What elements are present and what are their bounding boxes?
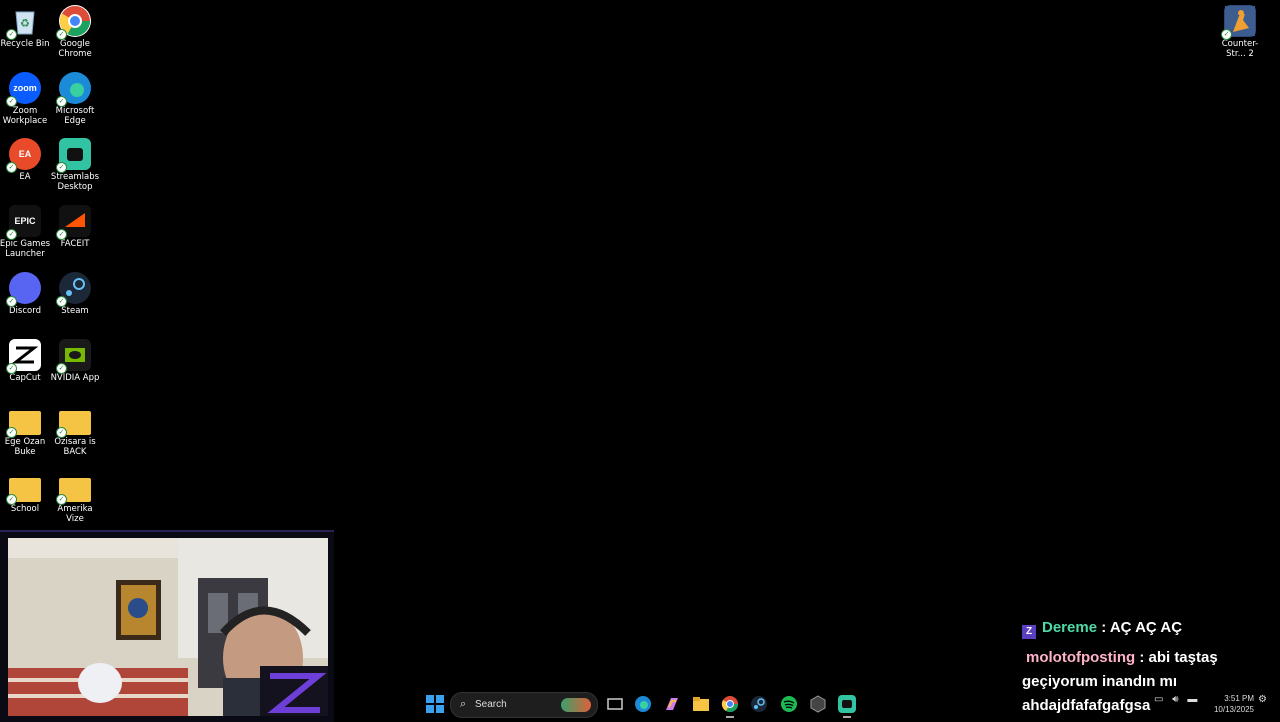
desktop-shortcut-label: Ozisara is BACK bbox=[54, 437, 96, 458]
desktop-shortcut[interactable]: ✓ NVIDIA App bbox=[48, 338, 102, 383]
sync-status-icon: ✓ bbox=[6, 295, 17, 307]
chat-message: Z Dereme : AÇ AÇ AÇ bbox=[1022, 616, 1262, 640]
app-taskbar-icon[interactable] bbox=[809, 695, 827, 713]
clock-date: 10/13/2025 bbox=[1213, 705, 1254, 714]
desktop-shortcut[interactable]: ✓ School bbox=[0, 472, 52, 514]
desktop-shortcut-label: School bbox=[10, 503, 40, 514]
search-highlight-icon bbox=[561, 698, 591, 712]
folder-icon: ✓ bbox=[6, 477, 41, 505]
chat-platform-icon: Z bbox=[1022, 625, 1036, 639]
counter-strike-shortcut[interactable]: ✓ Counter-Str... 2 bbox=[1213, 5, 1267, 59]
chat-message: molotofposting : abi taştaş bbox=[1022, 646, 1262, 670]
desktop-shortcut-label: Recycle Bin bbox=[0, 39, 50, 49]
taskbar-search[interactable]: ⌕ Search bbox=[450, 692, 598, 718]
desktop-shortcut-label: FACEIT bbox=[60, 239, 90, 250]
capcut-icon: ✓ bbox=[6, 338, 41, 374]
desktop-shortcut[interactable]: ✓ CapCut bbox=[0, 338, 52, 383]
search-icon: ⌕ bbox=[460, 698, 467, 710]
sync-status-icon: ✓ bbox=[6, 493, 17, 505]
steam-taskbar-icon[interactable] bbox=[750, 695, 768, 713]
desktop-shortcut[interactable]: ✓ FACEIT bbox=[48, 205, 102, 249]
chat-text: : abi taştaş bbox=[1139, 649, 1218, 666]
battery-icon: ▬ bbox=[1187, 694, 1198, 705]
desktop-shortcut-label: EA bbox=[19, 172, 31, 183]
desktop-shortcut-label: Epic Games Launcher bbox=[0, 239, 51, 260]
task-view-icon[interactable] bbox=[606, 695, 624, 713]
file-explorer-icon[interactable] bbox=[692, 695, 710, 713]
sync-status-icon: ✓ bbox=[6, 162, 17, 174]
steam-icon: ✓ bbox=[56, 271, 91, 307]
counter-strike-label: Counter-Str... 2 bbox=[1221, 39, 1259, 59]
desktop-shortcut[interactable]: ✓ Microsoft Edge bbox=[48, 71, 102, 126]
notification-icon[interactable]: ⚙︎ bbox=[1258, 694, 1267, 705]
webcam-feed bbox=[8, 538, 328, 716]
streamlabs-icon: ✓ bbox=[56, 138, 91, 174]
discord-icon: ✓ bbox=[6, 271, 41, 307]
chrome-icon: ✓ bbox=[56, 5, 91, 40]
chat-username: Dereme bbox=[1042, 619, 1098, 636]
streamlabs-taskbar-icon[interactable] bbox=[838, 695, 856, 718]
chat-username: molotofposting bbox=[1026, 649, 1136, 666]
desktop-shortcut[interactable]: ✓ Google Chrome bbox=[48, 5, 102, 59]
zoom-icon: zoom ✓ bbox=[6, 71, 41, 107]
active-indicator bbox=[843, 716, 851, 718]
desktop-shortcut[interactable]: ✓ Ozisara is BACK bbox=[48, 405, 102, 457]
clock-time: 3:51 PM bbox=[1224, 694, 1254, 703]
icon-text: zoom bbox=[13, 82, 37, 93]
spotify-icon[interactable] bbox=[780, 695, 798, 713]
desktop-shortcut-label: Amerika Vize bbox=[57, 503, 93, 524]
desktop-shortcut[interactable]: ✓ Amerika Vize bbox=[48, 472, 102, 524]
sync-status-icon: ✓ bbox=[6, 29, 17, 40]
desktop-shortcut-label: Zoom Workplace bbox=[2, 105, 48, 126]
icon-text: EA bbox=[18, 149, 32, 160]
desktop-shortcut-label: Steam bbox=[61, 305, 89, 316]
nvidia-icon: ✓ bbox=[56, 338, 91, 374]
desktop-shortcut[interactable]: EPIC ✓ Epic Games Launcher bbox=[0, 205, 52, 259]
desktop-shortcut[interactable]: ✓ Discord bbox=[0, 271, 52, 316]
desktop-shortcut-label: NVIDIA App bbox=[50, 372, 100, 383]
folder-icon: ✓ bbox=[56, 477, 91, 505]
sync-status-icon: ✓ bbox=[56, 362, 67, 374]
active-indicator bbox=[726, 716, 734, 718]
desktop-shortcut-label: Ege Ozan Buke bbox=[4, 437, 46, 458]
faceit-icon: ✓ bbox=[56, 205, 91, 241]
folder-icon: ✓ bbox=[56, 411, 91, 439]
epic-games-icon: EPIC ✓ bbox=[6, 205, 41, 241]
ea-icon: EA ✓ bbox=[6, 138, 41, 174]
desktop-shortcut-label: Google Chrome bbox=[58, 39, 92, 59]
network-icon: ▭ bbox=[1154, 694, 1164, 705]
desktop-shortcut-label: Discord bbox=[9, 305, 41, 316]
tray-icons[interactable]: ▭ 🔊︎ ▬ bbox=[1154, 694, 1197, 705]
chrome-taskbar-icon[interactable] bbox=[721, 695, 739, 718]
desktop-shortcut[interactable]: ✓ Steam bbox=[48, 271, 102, 316]
search-placeholder: Search bbox=[475, 699, 507, 710]
taskbar: ⌕ Search ▭ 🔊︎ ▬ 3:51 PM 10/13/2025 ⚙︎ bbox=[334, 688, 1280, 720]
sync-status-icon: ✓ bbox=[56, 95, 67, 107]
sync-status-icon: ✓ bbox=[6, 362, 17, 374]
edge-icon: ✓ bbox=[56, 71, 91, 107]
desktop-shortcut[interactable]: zoom ✓ Zoom Workplace bbox=[0, 71, 52, 126]
desktop-shortcut-label: CapCut bbox=[9, 372, 41, 383]
counter-strike-icon: ✓ bbox=[1221, 5, 1256, 40]
sync-status-icon: ✓ bbox=[6, 95, 17, 107]
start-button[interactable] bbox=[426, 695, 444, 713]
sync-status-icon: ✓ bbox=[56, 295, 67, 307]
desktop-shortcut-label: Microsoft Edge bbox=[55, 105, 95, 126]
sync-status-icon: ✓ bbox=[56, 29, 67, 40]
clock[interactable]: 3:51 PM 10/13/2025 bbox=[1206, 693, 1254, 715]
recycle-bin-icon: ♻ ✓ bbox=[6, 5, 41, 40]
desktop-shortcut[interactable]: EA ✓ EA bbox=[0, 138, 52, 182]
icon-text: EPIC bbox=[14, 216, 36, 227]
svg-text:♻: ♻ bbox=[20, 18, 30, 30]
copilot-icon[interactable] bbox=[663, 695, 681, 713]
desktop-shortcut-label: Streamlabs Desktop bbox=[50, 172, 100, 193]
edge-taskbar-icon[interactable] bbox=[634, 695, 652, 713]
volume-icon: 🔊︎ bbox=[1172, 694, 1179, 705]
chat-text: : AÇ AÇ AÇ bbox=[1101, 619, 1183, 636]
folder-icon: ✓ bbox=[6, 411, 41, 439]
desktop-shortcut[interactable]: ♻ ✓ Recycle Bin bbox=[0, 5, 52, 49]
sync-status-icon: ✓ bbox=[56, 493, 67, 505]
desktop-shortcut[interactable]: ✓ Streamlabs Desktop bbox=[48, 138, 102, 192]
desktop-shortcut[interactable]: ✓ Ege Ozan Buke bbox=[0, 405, 52, 457]
